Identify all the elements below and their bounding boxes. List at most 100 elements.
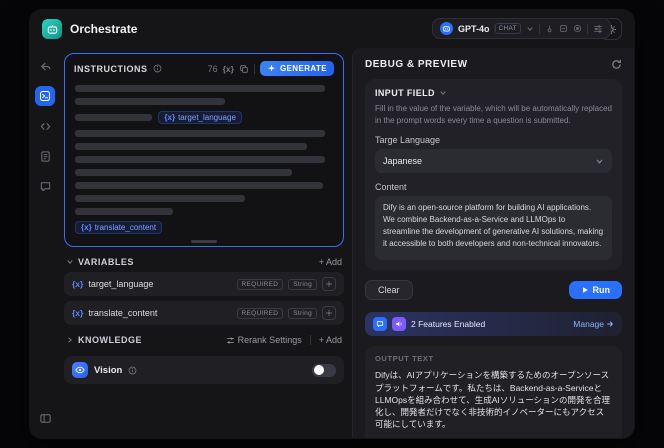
type-badge: String bbox=[288, 278, 317, 290]
manage-features-button[interactable]: Manage bbox=[573, 319, 614, 329]
skeleton-line bbox=[75, 182, 323, 189]
debug-title: DEBUG & PREVIEW bbox=[365, 59, 468, 70]
required-badge: REQUIRED bbox=[236, 278, 284, 290]
divider bbox=[538, 23, 540, 34]
vision-toggle[interactable] bbox=[312, 363, 336, 377]
skeleton-line bbox=[75, 130, 326, 137]
back-icon[interactable] bbox=[35, 56, 55, 76]
chevron-right-icon[interactable] bbox=[66, 336, 74, 344]
rerank-settings-label: Rerank Settings bbox=[237, 335, 302, 345]
variables-section: VARIABLES + Add {x} target_language REQU… bbox=[64, 257, 344, 325]
debug-header: DEBUG & PREVIEW bbox=[365, 59, 622, 70]
debug-preview-panel: DEBUG & PREVIEW INPUT FIELD Fill in the … bbox=[352, 48, 634, 438]
sidebar-item-annotation-icon[interactable] bbox=[35, 176, 55, 196]
chevron-down-icon bbox=[595, 157, 604, 166]
divider bbox=[253, 63, 255, 74]
variable-name: target_language bbox=[88, 279, 154, 289]
variable-name: translate_content bbox=[94, 223, 157, 232]
app-header: Orchestrate GPT-4o CHAT bbox=[30, 10, 634, 48]
generate-label: GENERATE bbox=[279, 64, 327, 73]
knowledge-header: KNOWLEDGE Rerank Settings + Add bbox=[64, 335, 344, 345]
divider bbox=[586, 23, 588, 34]
generate-button[interactable]: GENERATE bbox=[259, 61, 334, 76]
skeleton-line bbox=[75, 195, 246, 202]
temperature-param-icon[interactable] bbox=[545, 24, 554, 33]
copy-icon[interactable] bbox=[239, 64, 249, 74]
run-button[interactable]: Run bbox=[568, 281, 622, 300]
features-bar: 2 Features Enabled Manage bbox=[365, 312, 622, 337]
output-text: Difyは、AIアプリケーションを構築するためのオープンソースプラットフォームで… bbox=[375, 370, 611, 430]
stop-sequence-param-icon[interactable] bbox=[573, 24, 582, 33]
input-field-toggle[interactable]: INPUT FIELD bbox=[375, 88, 612, 98]
variable-row-target-language[interactable]: {x} target_language REQUIRED String bbox=[64, 272, 344, 296]
knowledge-title: KNOWLEDGE bbox=[78, 335, 142, 345]
type-badge: String bbox=[288, 307, 317, 319]
variable-settings-button[interactable] bbox=[322, 306, 336, 320]
model-mode-badge: CHAT bbox=[494, 23, 521, 34]
rerank-settings-button[interactable]: Rerank Settings bbox=[226, 335, 302, 345]
collapse-sidebar-icon[interactable] bbox=[35, 408, 55, 428]
variable-prefix: {x} bbox=[164, 113, 176, 122]
sidebar-item-orchestrate[interactable] bbox=[35, 86, 55, 106]
content-textarea[interactable]: Dify is an open-source platform for buil… bbox=[375, 196, 612, 261]
conversation-opener-icon bbox=[373, 317, 387, 332]
variable-prefix: {x} bbox=[81, 223, 92, 232]
tokens-param-icon[interactable] bbox=[559, 24, 568, 33]
clear-button[interactable]: Clear bbox=[365, 280, 413, 301]
sidebar-item-api-icon[interactable] bbox=[35, 116, 55, 136]
chevron-down-icon bbox=[439, 89, 447, 97]
orchestrate-panel: INSTRUCTIONS 76 {x} GENERATE {x} target_… bbox=[60, 48, 352, 438]
info-icon bbox=[153, 64, 162, 73]
variable-prefix: {x} bbox=[72, 308, 84, 318]
model-params-icon[interactable] bbox=[593, 24, 603, 34]
input-field-title: INPUT FIELD bbox=[375, 88, 435, 98]
add-knowledge-button[interactable]: + Add bbox=[319, 335, 342, 345]
variable-row-translate-content[interactable]: {x} translate_content REQUIRED String bbox=[64, 301, 344, 325]
chevron-down-icon[interactable] bbox=[66, 258, 74, 266]
skeleton-line bbox=[75, 98, 225, 105]
vision-label: Vision bbox=[94, 364, 123, 376]
instructions-editor[interactable]: INSTRUCTIONS 76 {x} GENERATE {x} target_… bbox=[64, 53, 344, 247]
chevron-down-icon bbox=[526, 25, 534, 33]
info-icon bbox=[128, 366, 137, 375]
input-field-card: INPUT FIELD Fill in the value of the var… bbox=[365, 79, 622, 271]
app-logo-icon[interactable] bbox=[42, 19, 62, 39]
skeleton-line bbox=[75, 156, 326, 163]
language-field-label: Targe Language bbox=[375, 135, 441, 146]
character-count: 76 bbox=[207, 63, 218, 74]
model-provider-icon bbox=[440, 22, 453, 35]
sidebar bbox=[30, 48, 60, 438]
resize-handle[interactable] bbox=[191, 240, 217, 243]
content-field-label: Content bbox=[375, 182, 407, 193]
vision-feature-row: Vision bbox=[64, 356, 344, 384]
page-title: Orchestrate bbox=[70, 22, 138, 36]
run-label: Run bbox=[592, 285, 611, 296]
skeleton-line bbox=[75, 114, 153, 121]
knowledge-section: KNOWLEDGE Rerank Settings + Add bbox=[64, 335, 344, 345]
divider bbox=[309, 335, 311, 345]
language-select-value: Japanese bbox=[383, 156, 423, 167]
skeleton-line bbox=[75, 208, 174, 215]
input-field-description: Fill in the value of the variable, which… bbox=[375, 104, 613, 125]
variable-prefix: {x} bbox=[72, 279, 84, 289]
instructions-toolbar: INSTRUCTIONS 76 {x} GENERATE bbox=[65, 54, 343, 80]
language-select[interactable]: Japanese bbox=[375, 149, 612, 174]
output-title: OUTPUT TEXT bbox=[375, 354, 434, 364]
run-controls: Clear Run bbox=[365, 280, 622, 301]
sidebar-item-logs-icon[interactable] bbox=[35, 146, 55, 166]
model-selector[interactable]: GPT-4o CHAT bbox=[432, 18, 611, 39]
skeleton-line bbox=[75, 143, 308, 150]
insert-variable-icon[interactable]: {x} bbox=[223, 64, 234, 74]
prompt-skeleton: {x} target_language {x} translate_conten… bbox=[65, 80, 343, 246]
restart-icon[interactable] bbox=[611, 59, 622, 70]
variable-settings-button[interactable] bbox=[322, 277, 336, 291]
instructions-title: INSTRUCTIONS bbox=[74, 63, 148, 74]
variables-header: VARIABLES + Add bbox=[64, 257, 344, 267]
add-variable-button[interactable]: + Add bbox=[319, 257, 342, 267]
text-to-speech-icon bbox=[392, 317, 406, 332]
variable-name: target_language bbox=[178, 113, 236, 122]
required-badge: REQUIRED bbox=[236, 307, 284, 319]
variable-chip-target-language[interactable]: {x} target_language bbox=[158, 111, 242, 124]
variable-chip-translate-content[interactable]: {x} translate_content bbox=[75, 221, 163, 234]
features-enabled-label: 2 Features Enabled bbox=[411, 319, 486, 330]
